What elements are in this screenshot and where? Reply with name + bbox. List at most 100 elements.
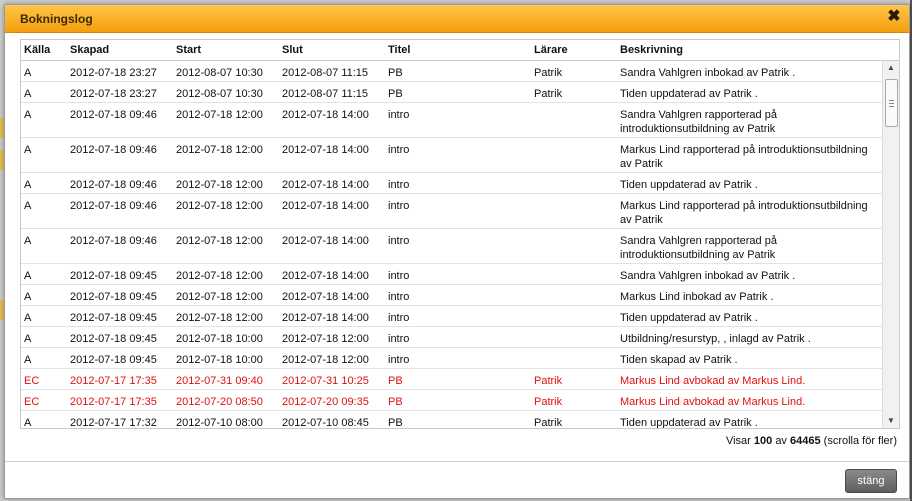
cell-slut: 2012-07-10 08:45 bbox=[282, 417, 369, 428]
cell-beskrivning: Sandra Vahlgren rapporterad på introdukt… bbox=[620, 235, 777, 261]
table-row: A 2012-07-18 09:46 2012-07-18 12:00 2012… bbox=[21, 138, 883, 173]
cell-larare: Patrik bbox=[534, 396, 563, 408]
cell-skapad: 2012-07-18 09:45 bbox=[70, 333, 157, 345]
table-row: A 2012-07-17 17:32 2012-07-10 08:00 2012… bbox=[21, 411, 883, 428]
cell-kalla: A bbox=[24, 109, 32, 121]
cell-slut: 2012-07-18 12:00 bbox=[282, 354, 369, 366]
cell-kalla: A bbox=[24, 270, 32, 282]
cell-beskrivning: Markus Lind rapporterad på introduktions… bbox=[620, 144, 868, 170]
cell-kalla: A bbox=[24, 291, 32, 303]
shown-count: 100 bbox=[753, 435, 773, 447]
cell-skapad: 2012-07-18 09:46 bbox=[70, 179, 157, 191]
cell-beskrivning: Tiden uppdaterad av Patrik . bbox=[620, 179, 758, 191]
column-header-start: Start bbox=[176, 44, 202, 56]
cell-beskrivning: Tiden uppdaterad av Patrik . bbox=[620, 417, 758, 428]
cell-start: 2012-07-20 08:50 bbox=[176, 396, 263, 408]
cell-slut: 2012-07-18 14:00 bbox=[282, 200, 369, 212]
cell-kalla: A bbox=[24, 312, 32, 324]
cell-skapad: 2012-07-18 09:45 bbox=[70, 312, 157, 324]
scroll-up-arrow-icon[interactable]: ▲ bbox=[883, 61, 899, 75]
cell-titel: intro bbox=[388, 270, 410, 282]
cell-titel: PB bbox=[388, 375, 403, 387]
cell-titel: intro bbox=[388, 291, 410, 303]
table-row: A 2012-07-18 09:46 2012-07-18 12:00 2012… bbox=[21, 173, 883, 194]
cell-beskrivning: Markus Lind rapporterad på introduktions… bbox=[620, 200, 868, 226]
table-body: A 2012-07-18 23:27 2012-08-07 10:30 2012… bbox=[21, 61, 883, 428]
cell-slut: 2012-07-18 14:00 bbox=[282, 291, 369, 303]
column-header-beskrivning: Beskrivning bbox=[620, 44, 683, 56]
cell-start: 2012-07-18 12:00 bbox=[176, 200, 263, 212]
cell-beskrivning: Markus Lind inbokad av Patrik . bbox=[620, 291, 774, 303]
cell-larare: Patrik bbox=[534, 417, 563, 428]
close-icon[interactable]: ✖ bbox=[887, 9, 901, 25]
status-suffix: (scrolla för fler) bbox=[823, 435, 897, 447]
cell-skapad: 2012-07-17 17:32 bbox=[70, 417, 157, 428]
table-scrollbar[interactable]: ▲ ▼ bbox=[882, 61, 899, 428]
cell-kalla: A bbox=[24, 200, 32, 212]
cell-start: 2012-07-10 08:00 bbox=[176, 417, 263, 428]
cell-slut: 2012-07-18 14:00 bbox=[282, 109, 369, 121]
scroll-down-arrow-icon[interactable]: ▼ bbox=[883, 414, 899, 428]
cell-kalla: A bbox=[24, 235, 32, 247]
cell-start: 2012-07-18 12:00 bbox=[176, 179, 263, 191]
dialog-titlebar: Bokningslog ✖ bbox=[5, 5, 909, 33]
table-row: A 2012-07-18 09:46 2012-07-18 12:00 2012… bbox=[21, 103, 883, 138]
cell-skapad: 2012-07-18 23:27 bbox=[70, 67, 157, 79]
cell-beskrivning: Tiden skapad av Patrik . bbox=[620, 354, 738, 366]
cell-kalla: A bbox=[24, 67, 32, 79]
status-of: av bbox=[775, 435, 787, 447]
cell-skapad: 2012-07-18 09:46 bbox=[70, 235, 157, 247]
cell-slut: 2012-07-18 12:00 bbox=[282, 333, 369, 345]
cell-start: 2012-07-18 10:00 bbox=[176, 354, 263, 366]
cell-slut: 2012-07-20 09:35 bbox=[282, 396, 369, 408]
cell-slut: 2012-08-07 11:15 bbox=[282, 88, 369, 100]
table-row: A 2012-07-18 23:27 2012-08-07 10:30 2012… bbox=[21, 82, 883, 103]
cell-skapad: 2012-07-18 09:45 bbox=[70, 270, 157, 282]
table-row: A 2012-07-18 09:45 2012-07-18 12:00 2012… bbox=[21, 264, 883, 285]
cell-slut: 2012-07-18 14:00 bbox=[282, 312, 369, 324]
cell-larare: Patrik bbox=[534, 88, 563, 100]
cell-titel: intro bbox=[388, 109, 410, 121]
cell-beskrivning: Tiden uppdaterad av Patrik . bbox=[620, 312, 758, 324]
cell-start: 2012-07-18 12:00 bbox=[176, 109, 263, 121]
cell-slut: 2012-07-18 14:00 bbox=[282, 270, 369, 282]
cell-beskrivning: Sandra Vahlgren rapporterad på introdukt… bbox=[620, 109, 777, 135]
cell-beskrivning: Markus Lind avbokad av Markus Lind. bbox=[620, 396, 806, 408]
cell-kalla: A bbox=[24, 179, 32, 191]
cell-titel: PB bbox=[388, 417, 403, 428]
table-row: A 2012-07-18 09:46 2012-07-18 12:00 2012… bbox=[21, 194, 883, 229]
scrollbar-thumb[interactable] bbox=[885, 79, 898, 127]
column-header-larare: Lärare bbox=[534, 44, 568, 56]
total-count: 64465 bbox=[790, 435, 821, 447]
cell-skapad: 2012-07-18 09:46 bbox=[70, 144, 157, 156]
close-dialog-button[interactable]: stäng bbox=[845, 469, 897, 493]
column-header-kalla: Källa bbox=[24, 44, 51, 56]
cell-titel: PB bbox=[388, 88, 403, 100]
cell-skapad: 2012-07-18 09:46 bbox=[70, 109, 157, 121]
cell-titel: PB bbox=[388, 396, 403, 408]
cell-slut: 2012-07-31 10:25 bbox=[282, 375, 369, 387]
table-row: A 2012-07-18 09:45 2012-07-18 12:00 2012… bbox=[21, 285, 883, 306]
cell-titel: intro bbox=[388, 179, 410, 191]
cell-start: 2012-07-31 09:40 bbox=[176, 375, 263, 387]
cell-beskrivning: Utbildning/resurstyp, , inlagd av Patrik… bbox=[620, 333, 811, 345]
table-row: A 2012-07-18 09:45 2012-07-18 10:00 2012… bbox=[21, 327, 883, 348]
dialog-title: Bokningslog bbox=[20, 12, 93, 26]
cell-beskrivning: Sandra Vahlgren inbokad av Patrik . bbox=[620, 270, 796, 282]
cell-titel: intro bbox=[388, 235, 410, 247]
cell-slut: 2012-08-07 11:15 bbox=[282, 67, 369, 79]
record-count-status: Visar 100 av 64465 (scrolla för fler) bbox=[726, 435, 897, 447]
cell-start: 2012-08-07 10:30 bbox=[176, 88, 263, 100]
cell-slut: 2012-07-18 14:00 bbox=[282, 144, 369, 156]
cell-kalla: A bbox=[24, 354, 32, 366]
table-row: EC 2012-07-17 17:35 2012-07-20 08:50 201… bbox=[21, 390, 883, 411]
cell-larare: Patrik bbox=[534, 67, 563, 79]
cell-kalla: A bbox=[24, 333, 32, 345]
cell-skapad: 2012-07-18 23:27 bbox=[70, 88, 157, 100]
cell-kalla: EC bbox=[24, 396, 40, 408]
table-row: A 2012-07-18 09:45 2012-07-18 12:00 2012… bbox=[21, 306, 883, 327]
cell-larare: Patrik bbox=[534, 375, 563, 387]
cell-kalla: A bbox=[24, 417, 32, 428]
cell-beskrivning: Markus Lind avbokad av Markus Lind. bbox=[620, 375, 806, 387]
cell-skapad: 2012-07-18 09:46 bbox=[70, 200, 157, 212]
